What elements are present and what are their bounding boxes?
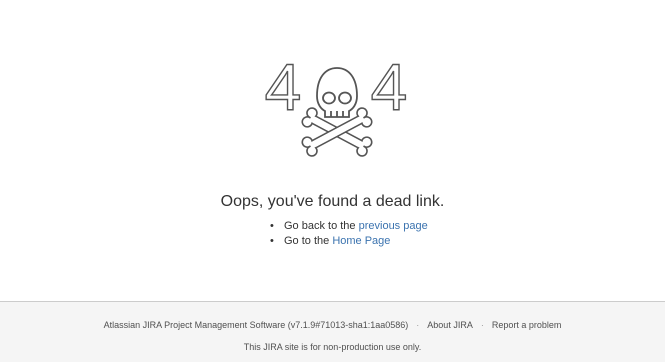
error-page: 4 4 Oops, you've found a dead link. • Go…: [0, 0, 665, 362]
report-problem-link[interactable]: Report a problem: [492, 320, 562, 330]
home-page-link[interactable]: Home Page: [332, 235, 390, 247]
list-item: • Go to the Home Page: [268, 234, 428, 249]
footer: Atlassian JIRA Project Management Softwa…: [0, 301, 665, 362]
list-item: • Go back to the previous page: [268, 219, 428, 234]
footer-separator: ·: [416, 320, 420, 330]
version-link[interactable]: Atlassian JIRA Project Management Softwa…: [104, 320, 409, 330]
link-prefix: Go back to the: [284, 220, 359, 232]
error-code-right-digit: 4: [371, 52, 408, 124]
error-headline: Oops, you've found a dead link.: [220, 193, 445, 210]
recovery-links: • Go back to the previous page • Go to t…: [268, 219, 428, 249]
previous-page-link[interactable]: previous page: [359, 220, 428, 232]
footer-links: Atlassian JIRA Project Management Softwa…: [0, 320, 665, 330]
skull-crossbones-icon: 4 4: [264, 52, 408, 157]
link-prefix: Go to the: [284, 235, 333, 247]
bullet: •: [270, 220, 274, 232]
error-code-left-digit: 4: [265, 52, 302, 124]
about-jira-link[interactable]: About JIRA: [427, 320, 473, 330]
bullet: •: [270, 235, 274, 247]
skull: [316, 67, 358, 118]
footer-separator: ·: [480, 320, 484, 330]
footer-note: This JIRA site is for non-production use…: [243, 342, 422, 352]
